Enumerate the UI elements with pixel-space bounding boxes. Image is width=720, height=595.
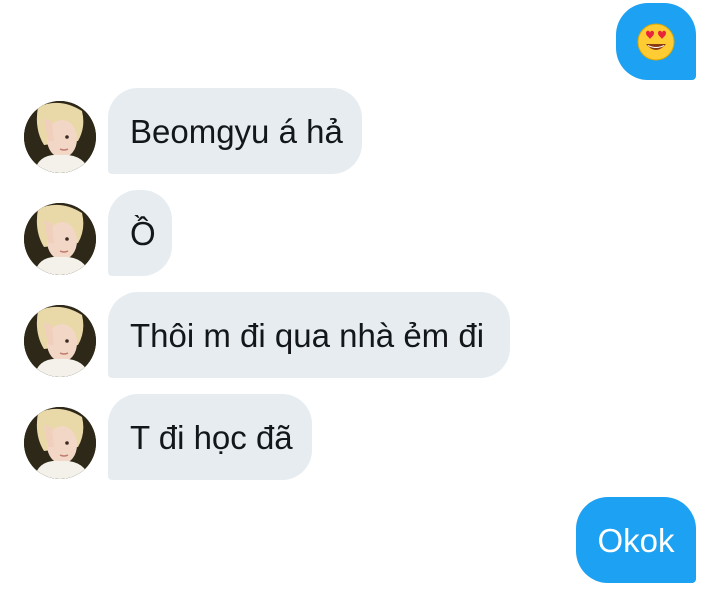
heart-eyes-emoji-icon [637,23,675,60]
message-text: Ồ [130,214,156,252]
profile-photo-icon [24,203,96,275]
message-text: T đi học đã [130,418,293,456]
received-message-bubble[interactable]: Beomgyu á hả [108,88,362,174]
received-message-bubble[interactable]: Thôi m đi qua nhà ẻm đi [108,292,510,378]
received-message-bubble[interactable]: Ồ [108,190,172,276]
avatar[interactable] [24,407,96,479]
sent-message-bubble[interactable] [616,3,696,80]
profile-photo-icon [24,305,96,377]
avatar[interactable] [24,101,96,173]
avatar[interactable] [24,305,96,377]
message-text: Thôi m đi qua nhà ẻm đi [130,316,485,354]
chat-thread: Beomgyu á hả Ồ Thôi m đi qua nhà ẻm đi T… [0,0,720,595]
message-text: Beomgyu á hả [130,112,343,150]
avatar[interactable] [24,203,96,275]
sent-message-bubble[interactable]: Okok [576,497,696,583]
profile-photo-icon [24,407,96,479]
message-text: Okok [597,521,675,559]
received-message-bubble[interactable]: T đi học đã [108,394,312,480]
profile-photo-icon [24,101,96,173]
